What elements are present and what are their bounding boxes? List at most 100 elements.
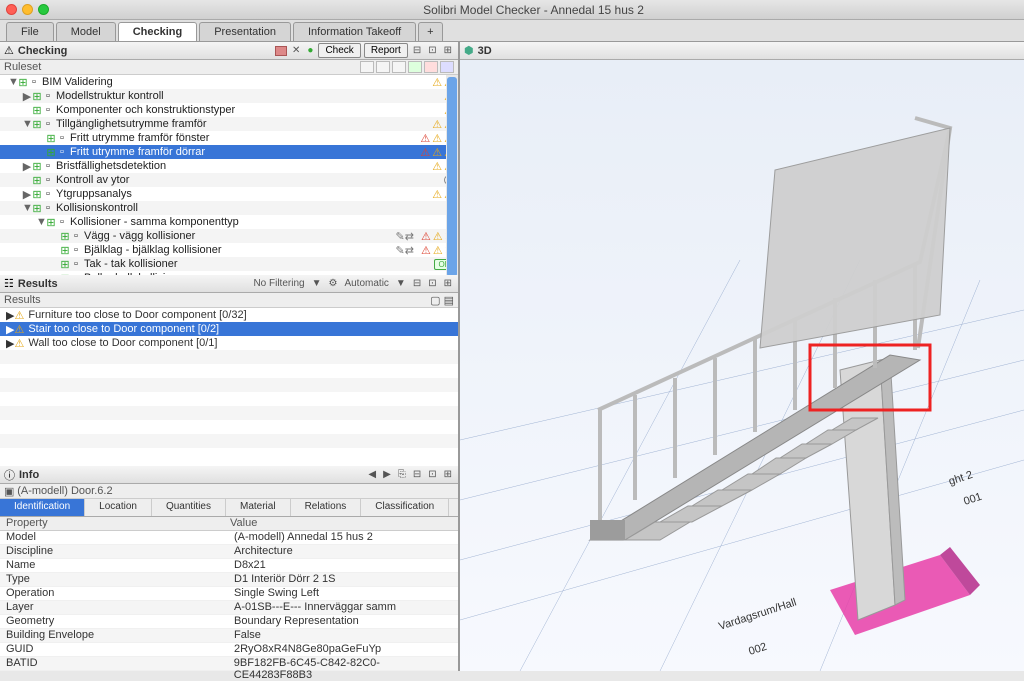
maximize-icon[interactable]: ⊡ — [426, 278, 438, 289]
report-button[interactable]: Report — [364, 43, 408, 58]
col-icon[interactable] — [376, 61, 390, 73]
tree-row[interactable]: ▶⊞▫Bristfällighetsdetektion⚠⚠ — [0, 159, 458, 173]
property-row[interactable]: Model(A-modell) Annedal 15 hus 2 — [0, 531, 458, 545]
check-button[interactable]: Check — [318, 43, 360, 58]
collapse-icon[interactable]: ⊟ — [411, 469, 423, 480]
expand-icon[interactable]: ▶ — [22, 188, 32, 201]
expand-icon[interactable]: ▼ — [22, 118, 32, 130]
col-icon[interactable] — [424, 61, 438, 73]
tree-row[interactable]: ⊞▫Fritt utrymme framför dörrar⚠⚠⚠ — [0, 145, 458, 159]
tree-label[interactable]: Kollisionskontroll — [54, 202, 138, 214]
results-list[interactable]: ▶ ⚠Furniture too close to Door component… — [0, 308, 458, 466]
result-row[interactable]: ▶ ⚠Stair too close to Door component [0/… — [0, 322, 458, 336]
close-icon[interactable] — [6, 4, 17, 15]
dock-icon[interactable]: ⊞ — [442, 469, 454, 480]
filter-icon[interactable]: ▼ — [310, 278, 324, 289]
col-icon[interactable] — [360, 61, 374, 73]
property-row[interactable]: BATID9BF182FB-6C45-C842-82C0-CE44283F88B… — [0, 657, 458, 671]
expand-icon[interactable]: ▼ — [8, 76, 18, 88]
info-tab-location[interactable]: Location — [85, 499, 152, 516]
prop-col-value[interactable]: Value — [230, 517, 257, 530]
tree-label[interactable]: Bristfällighetsdetektion — [54, 160, 166, 172]
collapse-icon[interactable]: ⊟ — [411, 45, 423, 56]
property-row[interactable]: Building EnvelopeFalse — [0, 629, 458, 643]
property-row[interactable]: LayerA-01SB---E--- Innerväggar samm — [0, 601, 458, 615]
ruleset-add-icon[interactable] — [275, 46, 287, 56]
col-icon[interactable] — [392, 61, 406, 73]
tree-row[interactable]: ⊞▫Fritt utrymme framför fönster⚠⚠⚠ — [0, 131, 458, 145]
slide-icon[interactable]: ▢ — [430, 295, 440, 307]
tree-label[interactable]: Fritt utrymme framför fönster — [68, 132, 209, 144]
minimize-icon[interactable] — [22, 4, 33, 15]
tree-row[interactable]: ▼⊞▫Kollisionskontroll — [0, 201, 458, 215]
tree-label[interactable]: Tillgänglighetsutrymme framför — [54, 118, 207, 130]
expand-icon[interactable]: ▼ — [36, 216, 46, 228]
col-icon[interactable] — [408, 61, 422, 73]
tree-row[interactable]: ⊞▫Tak - tak kollisionerOK — [0, 257, 458, 271]
tree-row[interactable]: ▼⊞▫Kollisioner - samma komponenttyp — [0, 215, 458, 229]
maximize-icon[interactable]: ⊡ — [426, 469, 438, 480]
collapse-icon[interactable]: ⊟ — [411, 278, 423, 289]
tree-label[interactable]: Kollisioner - samma komponenttyp — [68, 216, 239, 228]
edit-icon[interactable]: ✎⇄ — [396, 230, 414, 243]
tab-add[interactable]: + — [418, 22, 442, 41]
remove-icon[interactable]: ✕ — [290, 45, 302, 56]
result-row[interactable]: ▶ ⚠Furniture too close to Door component… — [0, 308, 458, 322]
tree-label[interactable]: Komponenter och konstruktionstyper — [54, 104, 235, 116]
result-row[interactable]: ▶ ⚠Wall too close to Door component [0/1… — [0, 336, 458, 350]
ruleset-tree[interactable]: ▼⊞▫BIM Validering⚠⚠▶⊞▫Modellstruktur kon… — [0, 75, 458, 275]
tree-label[interactable]: BIM Validering — [40, 76, 113, 88]
next-icon[interactable]: ▶ — [381, 469, 393, 480]
maximize-icon[interactable]: ⊡ — [426, 45, 438, 56]
tree-label[interactable]: Vägg - vägg kollisioner — [82, 230, 195, 242]
maximize-icon[interactable] — [38, 4, 49, 15]
info-tab-identification[interactable]: Identification — [0, 499, 85, 516]
property-row[interactable]: NameD8x21 — [0, 559, 458, 573]
dock-icon[interactable]: ⊞ — [442, 278, 454, 289]
tree-row[interactable]: ▶⊞▫Modellstruktur kontroll⚠ — [0, 89, 458, 103]
tree-row[interactable]: ▼⊞▫Tillgänglighetsutrymme framför⚠⚠ — [0, 117, 458, 131]
tree-row[interactable]: ⊞▫Bjälklag - bjälklag kollisioner✎⇄ ⚠⚠✕ — [0, 243, 458, 257]
tree-row[interactable]: ▼⊞▫BIM Validering⚠⚠ — [0, 75, 458, 89]
prop-col-property[interactable]: Property — [0, 517, 230, 530]
prev-icon[interactable]: ◀ — [366, 469, 378, 480]
tab-presentation[interactable]: Presentation — [199, 22, 291, 41]
tree-row[interactable]: ⊞▫Komponenter och konstruktionstyper⚠ — [0, 103, 458, 117]
tree-row[interactable]: ⊞▫Vägg - vägg kollisioner✎⇄ ⚠⚠✕ — [0, 229, 458, 243]
tree-scrollbar[interactable] — [446, 75, 458, 275]
tree-label[interactable]: Modellstruktur kontroll — [54, 90, 164, 102]
property-row[interactable]: OperationSingle Swing Left — [0, 587, 458, 601]
info-tab-relations[interactable]: Relations — [291, 499, 362, 516]
tab-checking[interactable]: Checking — [118, 22, 198, 41]
automatic-dropdown-icon[interactable]: ▼ — [394, 278, 408, 289]
automatic-icon[interactable]: ⚙ — [326, 278, 339, 289]
edit-icon[interactable]: ✎⇄ — [396, 244, 414, 257]
tree-label[interactable]: Kontroll av ytor — [54, 174, 129, 186]
presentation-icon[interactable]: ▤ — [444, 295, 454, 307]
3d-viewport[interactable]: Vardagsrum/Hall 002 ght 2 001 — [460, 60, 1024, 671]
col-icon[interactable] — [440, 61, 454, 73]
property-row[interactable]: DisciplineArchitecture — [0, 545, 458, 559]
tree-label[interactable]: Balk - balk kollisioner — [82, 272, 187, 275]
info-tab-classification[interactable]: Classification — [361, 499, 449, 516]
tab-file[interactable]: File — [6, 22, 54, 41]
expand-icon[interactable]: ▶ — [6, 309, 14, 322]
tree-row[interactable]: ▶⊞▫Ytgruppsanalys⚠⚠ — [0, 187, 458, 201]
dock-icon[interactable]: ⊞ — [442, 45, 454, 56]
tab-info-takeoff[interactable]: Information Takeoff — [293, 22, 416, 41]
tree-label[interactable]: Ytgruppsanalys — [54, 188, 132, 200]
ext-icon[interactable]: ⎘ — [396, 469, 408, 480]
property-row[interactable]: GUID2RyO8xR4N8Ge80paGeFuYp — [0, 643, 458, 657]
property-row[interactable]: TypeD1 Interiör Dörr 2 1S — [0, 573, 458, 587]
expand-icon[interactable]: ▼ — [22, 202, 32, 214]
property-row[interactable]: GeometryBoundary Representation — [0, 615, 458, 629]
tree-row[interactable]: ⊞▫Balk - balk kollisioner— — [0, 271, 458, 275]
tree-label[interactable]: Bjälklag - bjälklag kollisioner — [82, 244, 222, 256]
expand-icon[interactable]: ▶ — [6, 323, 14, 336]
play-icon[interactable]: ● — [305, 45, 315, 56]
info-tab-quantities[interactable]: Quantities — [152, 499, 226, 516]
tree-label[interactable]: Fritt utrymme framför dörrar — [68, 146, 205, 158]
info-tab-material[interactable]: Material — [226, 499, 291, 516]
expand-icon[interactable]: ▶ — [22, 160, 32, 173]
tree-label[interactable]: Tak - tak kollisioner — [82, 258, 178, 270]
